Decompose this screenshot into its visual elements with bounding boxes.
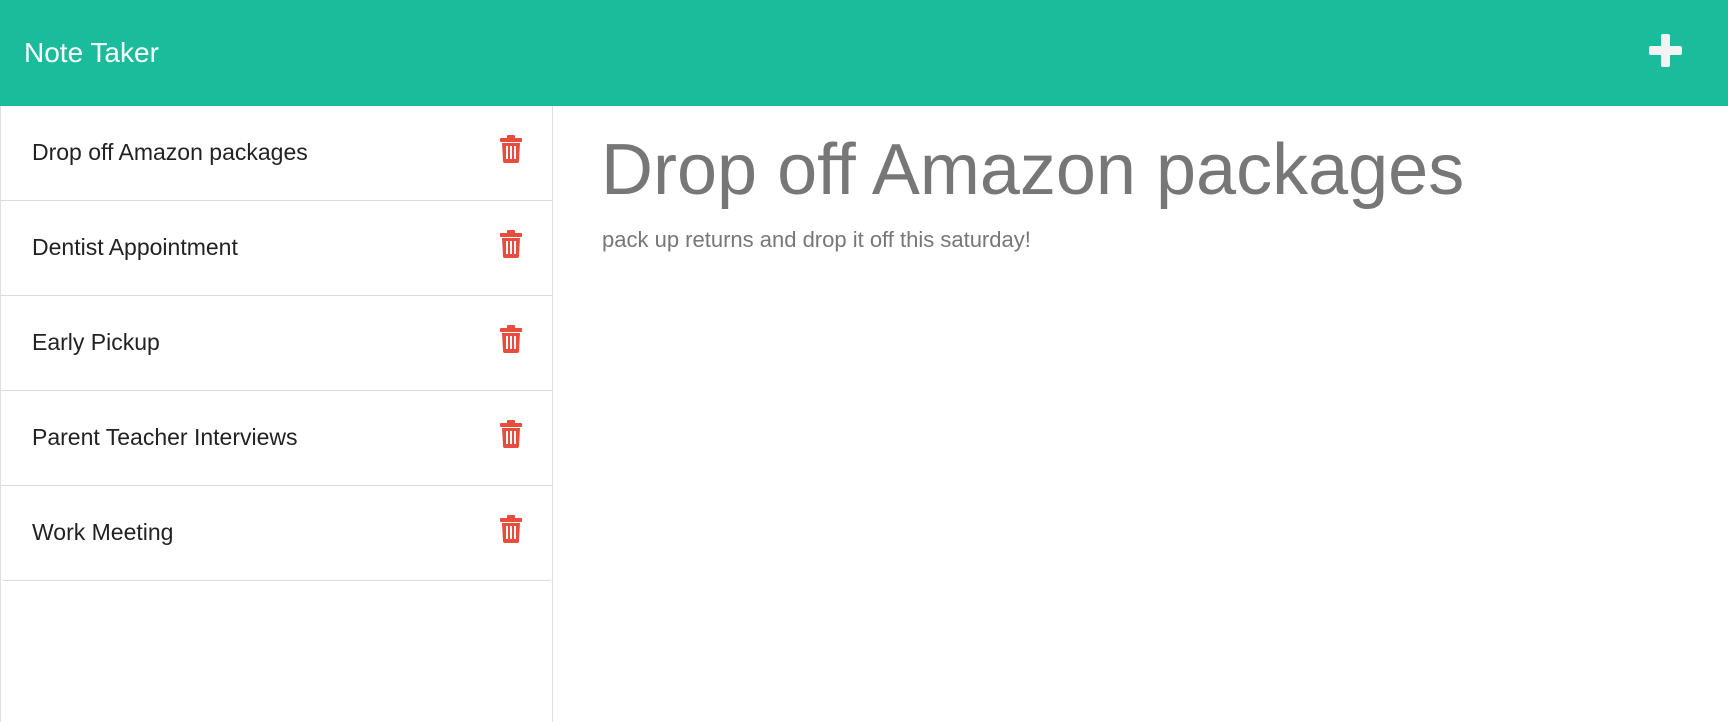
- note-list-item-title: Drop off Amazon packages: [32, 139, 308, 165]
- delete-note-button[interactable]: [499, 515, 523, 543]
- note-text-field[interactable]: pack up returns and drop it off this sat…: [602, 226, 1031, 254]
- note-list-item-title: Dentist Appointment: [32, 234, 238, 260]
- note-list-item-title: Parent Teacher Interviews: [32, 424, 298, 450]
- new-note-button[interactable]: [1645, 29, 1687, 73]
- note-list-item[interactable]: Work Meeting: [1, 486, 552, 581]
- delete-note-button[interactable]: [499, 135, 523, 163]
- trash-icon: [500, 420, 522, 448]
- trash-icon: [500, 135, 522, 163]
- note-list-item[interactable]: Parent Teacher Interviews: [1, 391, 552, 486]
- trash-icon: [500, 515, 522, 543]
- note-list-item[interactable]: Early Pickup: [1, 296, 552, 391]
- delete-note-button[interactable]: [499, 230, 523, 258]
- note-list-item[interactable]: Drop off Amazon packages: [1, 106, 552, 201]
- trash-icon: [500, 325, 522, 353]
- note-list: Drop off Amazon packages Dentist Appoint…: [1, 106, 552, 581]
- note-list-item[interactable]: Dentist Appointment: [1, 201, 552, 296]
- app-title-link[interactable]: Note Taker: [24, 37, 159, 69]
- trash-icon: [500, 230, 522, 258]
- plus-icon: [1649, 34, 1682, 67]
- delete-note-button[interactable]: [499, 420, 523, 448]
- note-title-field[interactable]: Drop off Amazon packages: [601, 127, 1464, 213]
- delete-note-button[interactable]: [499, 325, 523, 353]
- note-list-sidebar: Drop off Amazon packages Dentist Appoint…: [0, 106, 553, 722]
- navbar: Note Taker: [0, 0, 1728, 106]
- note-list-item-title: Early Pickup: [32, 329, 160, 355]
- note-editor: Drop off Amazon packages pack up returns…: [554, 106, 1728, 722]
- note-list-item-title: Work Meeting: [32, 519, 174, 545]
